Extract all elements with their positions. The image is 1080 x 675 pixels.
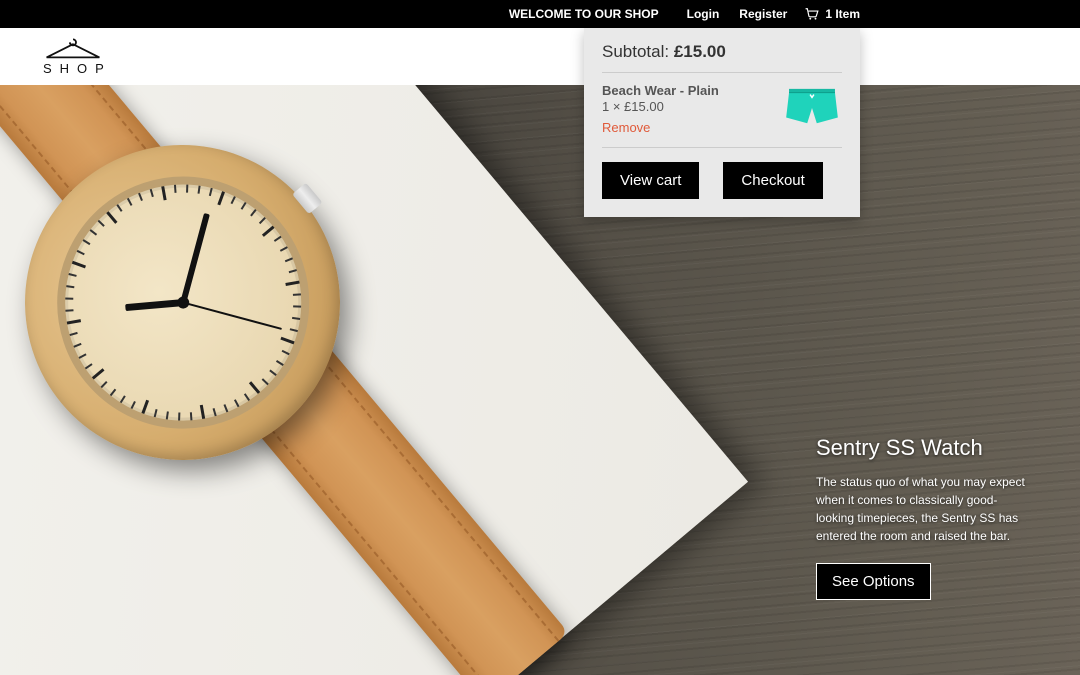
view-cart-button[interactable]: View cart	[602, 162, 699, 199]
site-logo[interactable]: SHOP	[35, 37, 112, 76]
cart-item-remove[interactable]: Remove	[602, 120, 719, 135]
cart-subtotal: Subtotal: £15.00	[602, 42, 842, 73]
topbar: WELCOME TO OUR SHOP Login Register 1 Ite…	[0, 0, 1080, 28]
see-options-button[interactable]: See Options	[816, 563, 931, 600]
cart-summary-link[interactable]: 1 Item	[805, 7, 860, 21]
cart-dropdown: Subtotal: £15.00 Beach Wear - Plain 1 × …	[584, 28, 860, 217]
shorts-icon	[783, 85, 841, 129]
hero-title: Sentry SS Watch	[816, 435, 1026, 461]
checkout-button[interactable]: Checkout	[723, 162, 822, 199]
cart-item-name[interactable]: Beach Wear - Plain	[602, 83, 719, 98]
hanger-icon	[40, 37, 106, 61]
cart-item: Beach Wear - Plain 1 × £15.00 Remove	[602, 73, 842, 148]
header: SHOP Shop Page Cart	[0, 28, 1080, 85]
hero-banner: Sentry SS Watch The status quo of what y…	[0, 85, 1080, 675]
register-link[interactable]: Register	[739, 7, 787, 21]
cart-item-qty: 1 × £15.00	[602, 99, 719, 114]
login-link[interactable]: Login	[687, 7, 720, 21]
hero-copy: Sentry SS Watch The status quo of what y…	[816, 435, 1026, 600]
cart-icon	[805, 8, 819, 20]
welcome-text: WELCOME TO OUR SHOP	[509, 7, 659, 21]
cart-item-thumbnail[interactable]	[782, 83, 842, 131]
cart-count-label: 1 Item	[825, 7, 860, 21]
subtotal-value: £15.00	[674, 42, 726, 61]
logo-text: SHOP	[43, 61, 112, 76]
hero-description: The status quo of what you may expect wh…	[816, 473, 1026, 545]
subtotal-label: Subtotal:	[602, 42, 669, 61]
